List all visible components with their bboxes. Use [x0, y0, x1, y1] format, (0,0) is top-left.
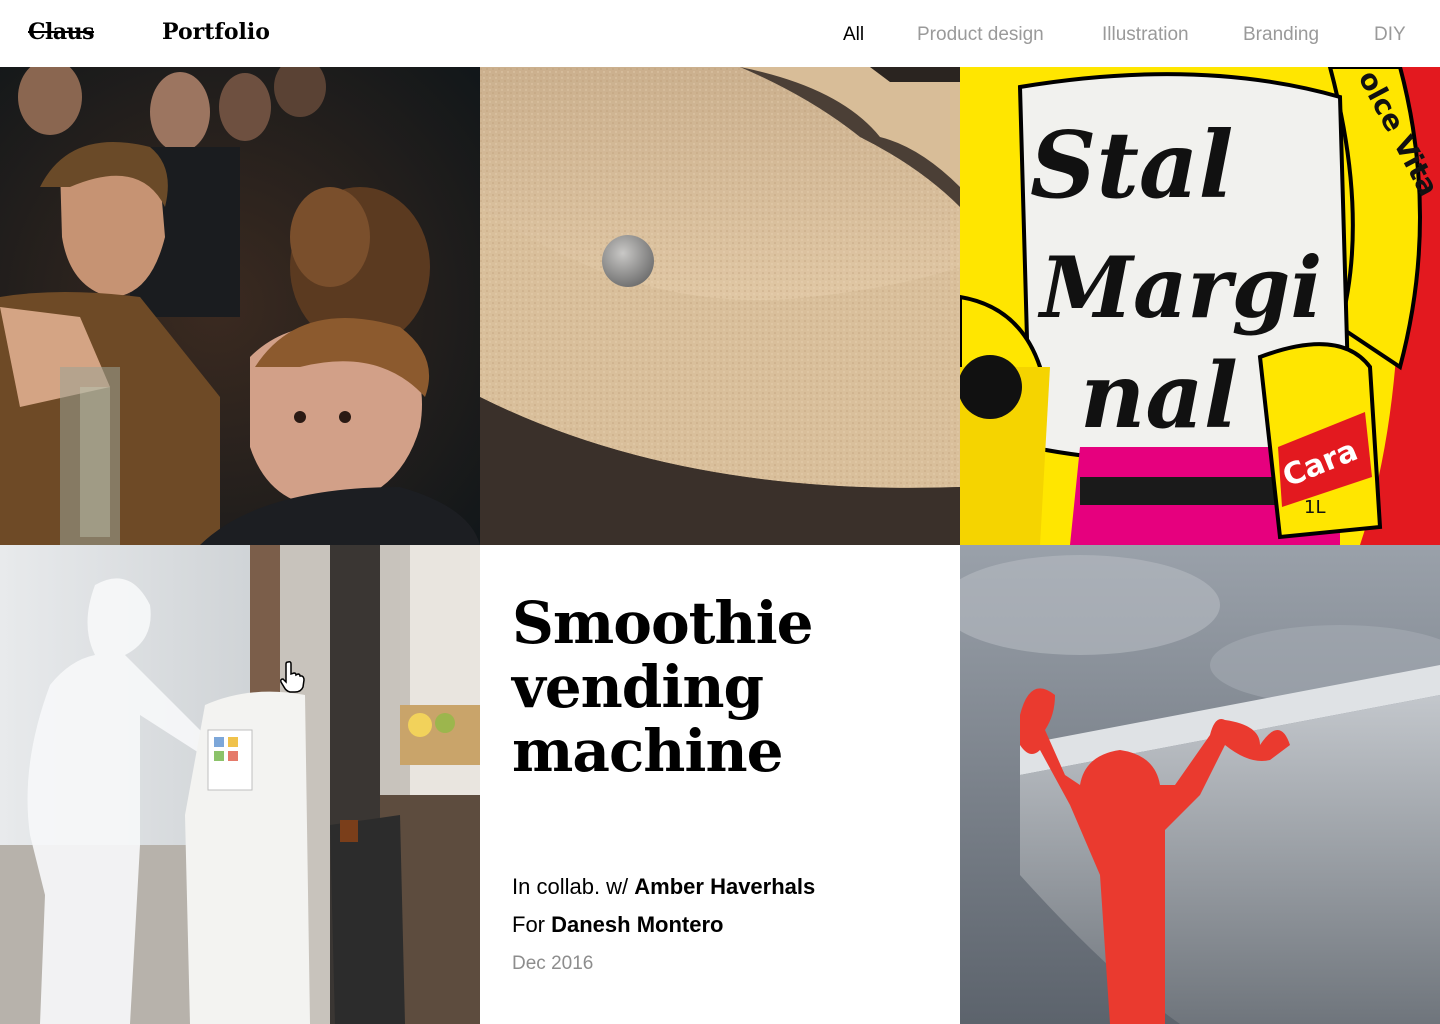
client-prefix: For	[512, 912, 552, 937]
collab-name: Amber Haverhals	[634, 874, 816, 899]
project-collab-line: In collab. w/ Amber Haverhals	[512, 874, 815, 900]
brand-portfolio-title[interactable]: Portfolio	[162, 19, 270, 45]
project-tile-party-photo[interactable]	[0, 67, 480, 545]
hand-cursor-icon	[280, 661, 305, 693]
poster-word-nal: nal	[1080, 343, 1238, 449]
project-tile-vending-machine[interactable]	[0, 545, 480, 1024]
filter-illustration[interactable]: Illustration	[1102, 24, 1189, 46]
cork-bowl-image	[480, 67, 960, 545]
project-tile-red-figure[interactable]	[960, 545, 1440, 1024]
collab-prefix: In collab. w/	[512, 874, 635, 899]
filter-product-design[interactable]: Product design	[917, 24, 1044, 46]
party-photo-image	[0, 67, 480, 545]
filter-branding[interactable]: Branding	[1243, 24, 1319, 46]
client-name: Danesh Montero	[551, 912, 724, 937]
project-client-line: For Danesh Montero	[512, 912, 723, 938]
project-date: Dec 2016	[512, 953, 594, 974]
vending-machine-image	[0, 545, 480, 1024]
poster-image: Stal Margi nal olce Vita Cara 1L	[960, 67, 1440, 545]
filter-diy[interactable]: DIY	[1374, 24, 1406, 46]
project-tile-cork-bowl[interactable]	[480, 67, 960, 545]
poster-can-size: 1L	[1304, 497, 1325, 518]
poster-word-stal: Stal	[1030, 111, 1234, 219]
brand-name-struck[interactable]: Claus	[28, 19, 95, 45]
poster-word-margi: Margi	[1037, 238, 1322, 337]
project-title: Smoothie vending machine	[512, 589, 814, 785]
project-tile-illustration-poster[interactable]: Stal Margi nal olce Vita Cara 1L	[960, 67, 1440, 545]
red-figure-image	[960, 545, 1440, 1024]
filter-all[interactable]: All	[843, 24, 864, 46]
site-header: Claus Portfolio All Product design Illus…	[0, 0, 1440, 67]
project-info-panel[interactable]: Smoothie vending machine In collab. w/ A…	[480, 545, 960, 1024]
